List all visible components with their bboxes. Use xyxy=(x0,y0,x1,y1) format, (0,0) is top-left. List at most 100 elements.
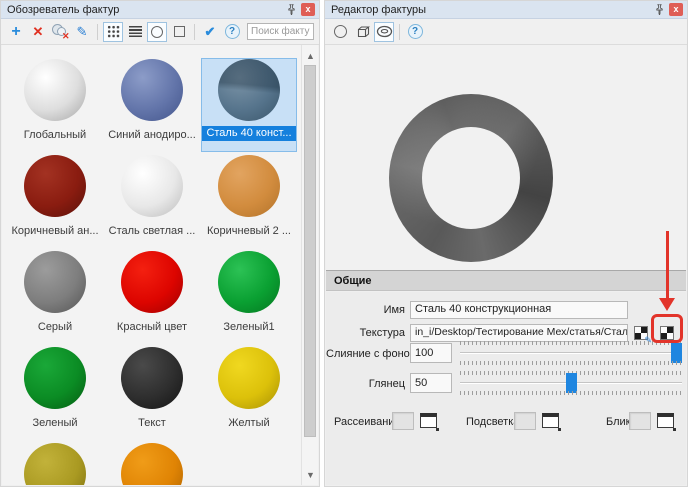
slider-ticks xyxy=(460,361,682,365)
panel-title: Редактор фактуры xyxy=(331,4,652,16)
cube-icon xyxy=(355,25,370,39)
scrollbar-thumb[interactable] xyxy=(304,65,316,437)
material-item[interactable]: Текст xyxy=(105,347,199,439)
material-item[interactable]: Сталь 40 конст... xyxy=(202,59,296,151)
pin-icon[interactable] xyxy=(284,3,298,17)
sphere-preview-button[interactable] xyxy=(330,22,350,42)
delete-button[interactable]: ✕ xyxy=(28,22,48,42)
blend-label: Слияние с фоном xyxy=(326,348,405,360)
gloss-slider[interactable] xyxy=(460,371,682,395)
scroll-down-icon[interactable]: ▼ xyxy=(302,466,318,483)
material-item[interactable]: Красный цвет xyxy=(105,251,199,343)
close-icon[interactable]: x xyxy=(669,3,683,16)
general-form: Имя Сталь 40 конструкционная Текстура in… xyxy=(326,292,686,485)
diffuse-dialog-button[interactable] xyxy=(420,413,437,428)
scrollbar[interactable]: ▲ ▼ xyxy=(301,45,318,485)
material-label: Зеленый1 xyxy=(220,320,277,335)
delete-all-button[interactable]: ✕ xyxy=(50,22,70,42)
material-item[interactable]: Желтый xyxy=(202,347,296,439)
material-item[interactable]: Коричневый ан... xyxy=(8,155,102,247)
glow-dialog-button[interactable] xyxy=(542,413,559,428)
texture-path-field[interactable]: in_i/Desktop/Тестирование Мех/статья/Ста… xyxy=(410,324,628,342)
general-section-header[interactable]: Общие xyxy=(326,270,686,291)
material-sphere xyxy=(218,251,280,313)
slider-track[interactable] xyxy=(460,352,682,354)
list-view-icon xyxy=(129,26,142,37)
diffuse-color-swatch[interactable] xyxy=(392,412,414,430)
texture-editor-titlebar: Редактор фактуры x xyxy=(325,1,687,19)
torus-preview-button[interactable] xyxy=(374,22,394,42)
glow-label: Подсветка xyxy=(466,416,519,428)
add-button[interactable]: + xyxy=(6,22,26,42)
material-sphere xyxy=(121,347,183,409)
delete-icon: ✕ xyxy=(33,25,44,38)
help-button[interactable]: ? xyxy=(222,22,242,42)
texture-preview-area xyxy=(326,45,686,270)
material-item[interactable]: Глобальный xyxy=(8,59,102,151)
edit-texture-button[interactable]: ✎ xyxy=(631,323,651,343)
slider-ticks xyxy=(460,391,682,395)
texture-browser-panel: Обозреватель фактур x + ✕ ✕ ✎ ✔ ? Глобал… xyxy=(0,0,320,487)
glow-color-swatch[interactable] xyxy=(514,412,536,430)
list-view-button[interactable] xyxy=(125,22,145,42)
grid-view-icon xyxy=(107,25,120,38)
material-item[interactable]: Зеленый xyxy=(8,347,102,439)
material-label: Сталь 40 конст... xyxy=(202,126,296,141)
sphere-icon xyxy=(334,25,347,38)
cube-preview-button[interactable] xyxy=(352,22,372,42)
gloss-label: Глянец xyxy=(326,378,405,390)
texture-editor-toolbar: ? xyxy=(325,19,687,45)
close-icon[interactable]: x xyxy=(301,3,315,16)
name-label: Имя xyxy=(326,304,405,316)
delete-all-icon: ✕ xyxy=(52,24,69,39)
material-list-area: Глобальный Синий анодиро...Сталь 40 конст… xyxy=(2,45,318,485)
name-field[interactable]: Сталь 40 конструкционная xyxy=(410,301,628,319)
apply-button[interactable]: ✔ xyxy=(200,22,220,42)
material-label: Желтый xyxy=(225,416,272,431)
search-input[interactable] xyxy=(247,23,314,40)
cube-shape-button[interactable] xyxy=(169,22,189,42)
blend-slider-handle[interactable] xyxy=(671,343,682,363)
material-label: Красный цвет xyxy=(114,320,190,335)
material-sphere xyxy=(24,251,86,313)
blend-slider[interactable] xyxy=(460,341,682,365)
help-icon: ? xyxy=(408,24,423,39)
help-icon: ? xyxy=(225,24,240,39)
material-label: Зеленый xyxy=(29,416,80,431)
material-sphere xyxy=(24,155,86,217)
edit-button[interactable]: ✎ xyxy=(72,22,92,42)
texture-editor-panel: Редактор фактуры x ? Общие Имя xyxy=(324,0,688,487)
torus-preview xyxy=(389,94,553,262)
grid-view-button[interactable] xyxy=(103,22,123,42)
pin-icon[interactable] xyxy=(652,3,666,17)
scroll-up-icon[interactable]: ▲ xyxy=(302,47,318,64)
material-sphere xyxy=(218,347,280,409)
material-item[interactable] xyxy=(105,443,199,485)
material-item[interactable]: Синий анодиро... xyxy=(105,59,199,151)
material-grid: Глобальный Синий анодиро...Сталь 40 конст… xyxy=(2,45,300,485)
material-label: Глобальный xyxy=(21,128,89,143)
diffuse-label: Рассеивание xyxy=(334,416,401,428)
material-sphere xyxy=(121,155,183,217)
material-item[interactable]: Зеленый1 xyxy=(202,251,296,343)
annotation-highlight-rect xyxy=(651,314,683,343)
sphere-shape-button[interactable] xyxy=(147,22,167,42)
material-sphere xyxy=(218,155,280,217)
specular-color-swatch[interactable] xyxy=(629,412,651,430)
plus-icon: + xyxy=(11,24,20,40)
help-button[interactable]: ? xyxy=(405,22,425,42)
material-item[interactable]: Коричневый 2 ... xyxy=(202,155,296,247)
material-item[interactable]: Серый xyxy=(8,251,102,343)
square-icon xyxy=(174,26,185,37)
material-item[interactable] xyxy=(8,443,102,485)
material-item[interactable]: Сталь светлая ... xyxy=(105,155,199,247)
blend-value-field[interactable]: 100 xyxy=(410,343,452,363)
gloss-value-field[interactable]: 50 xyxy=(410,373,452,393)
specular-dialog-button[interactable] xyxy=(657,413,674,428)
gloss-slider-handle[interactable] xyxy=(566,373,577,393)
torus-icon xyxy=(376,25,393,38)
material-sphere xyxy=(24,443,86,485)
panel-title: Обозреватель фактур xyxy=(7,4,284,16)
material-sphere xyxy=(24,59,86,121)
annotation-arrow-line xyxy=(666,231,669,299)
